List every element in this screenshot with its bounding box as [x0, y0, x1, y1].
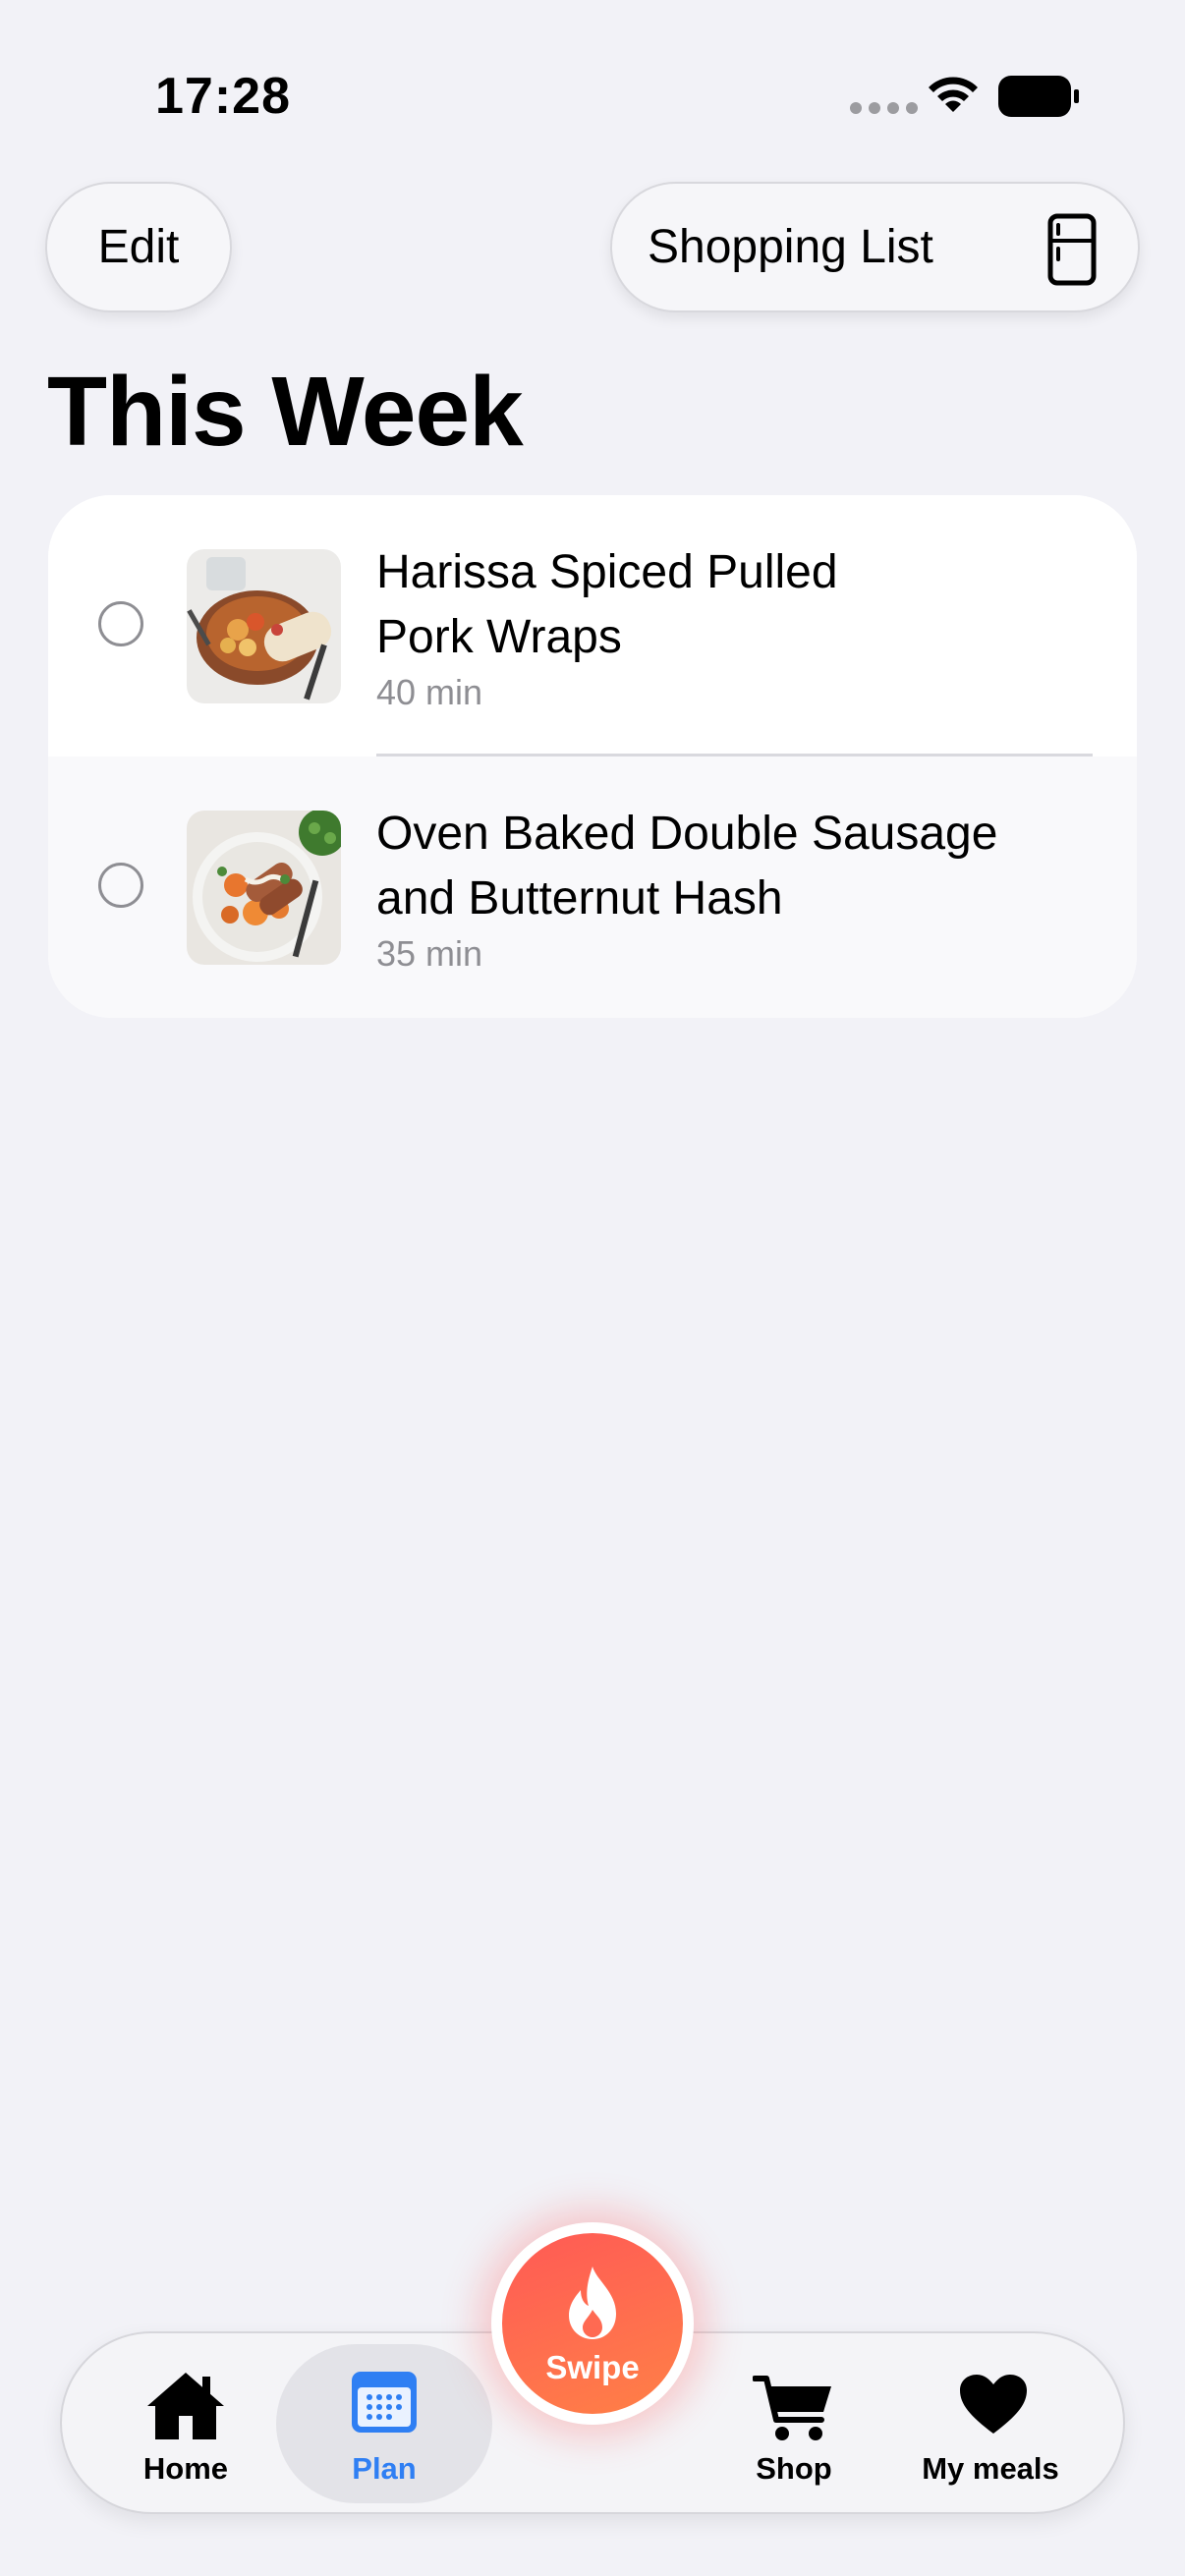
tab-shop-label: Shop	[756, 2451, 832, 2486]
heart-icon	[960, 2375, 1027, 2434]
cellular-signal-icon	[850, 102, 918, 114]
status-time: 17:28	[155, 68, 291, 125]
tab-home[interactable]: Home	[127, 2333, 245, 2516]
edit-button[interactable]: Edit	[45, 182, 232, 312]
tab-home-label: Home	[142, 2451, 229, 2486]
meal-row-sausage-butternut-hash[interactable]: Oven Baked Double Sausage and Butternut …	[48, 756, 1137, 1018]
tab-my-meals[interactable]: My meals	[917, 2333, 1064, 2516]
complete-checkbox[interactable]	[98, 601, 143, 646]
calendar-icon	[352, 2372, 417, 2433]
complete-checkbox[interactable]	[98, 863, 143, 908]
cart-icon	[753, 2376, 831, 2440]
wifi-icon	[929, 77, 978, 112]
fridge-icon	[1047, 213, 1097, 286]
tab-plan-label: Plan	[352, 2451, 417, 2486]
swipe-label: Swipe	[545, 2349, 640, 2385]
meal-list: Harissa Spiced Pulled Pork Wraps 40 min	[48, 495, 1137, 1018]
meal-image	[187, 811, 341, 965]
flame-icon	[569, 2267, 616, 2339]
meal-image	[187, 549, 341, 703]
tab-shop[interactable]: Shop	[735, 2333, 853, 2516]
swipe-button-circle: Swipe	[502, 2233, 683, 2414]
meal-row-harissa-pork-wraps[interactable]: Harissa Spiced Pulled Pork Wraps 40 min	[48, 495, 1137, 756]
meal-title: Harissa Spiced Pulled Pork Wraps	[376, 546, 838, 663]
shopping-list-button[interactable]: Shopping List	[610, 182, 1140, 312]
edit-button-label: Edit	[97, 221, 180, 273]
meal-cook-time: 40 min	[376, 672, 483, 712]
tab-plan[interactable]: Plan	[276, 2333, 492, 2516]
page-title: This Week	[47, 357, 524, 467]
shopping-list-label: Shopping List	[648, 221, 933, 273]
battery-icon	[998, 76, 1079, 117]
swipe-button[interactable]: Swipe	[491, 2222, 694, 2425]
house-icon	[147, 2373, 224, 2439]
tab-my-meals-label: My meals	[922, 2451, 1059, 2486]
meal-cook-time: 35 min	[376, 933, 483, 974]
meal-title: Oven Baked Double Sausage and Butternut …	[376, 808, 998, 924]
